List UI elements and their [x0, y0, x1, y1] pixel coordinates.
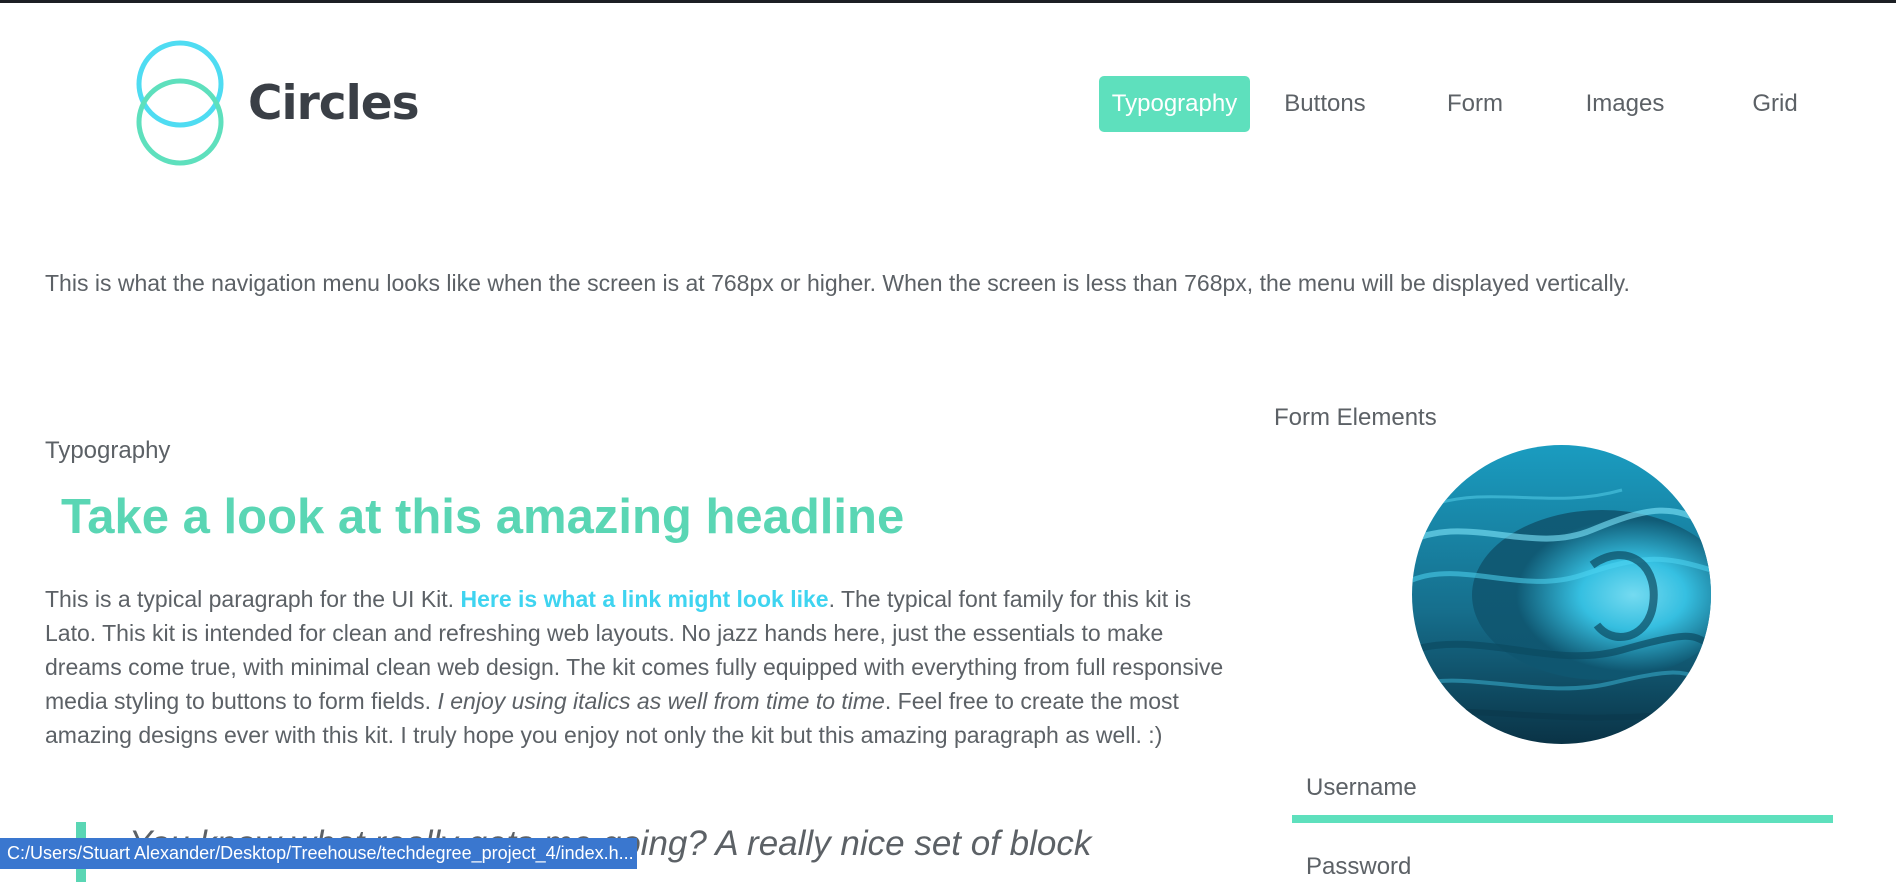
nav-item-typography[interactable]: Typography: [1099, 76, 1250, 132]
main-nav: Typography Buttons Form Images Grid: [1099, 76, 1850, 132]
headline: Take a look at this amazing headline: [61, 490, 905, 544]
ocean-wave-image: [1412, 445, 1711, 744]
sample-link[interactable]: Here is what a link might look like: [460, 586, 828, 612]
nav-item-images[interactable]: Images: [1550, 76, 1700, 132]
paragraph-text-1: This is a typical paragraph for the UI K…: [45, 586, 461, 612]
form-elements-title: Form Elements: [1274, 404, 1437, 431]
browser-status-bar: C:/Users/Stuart Alexander/Desktop/Treeho…: [0, 838, 637, 869]
typography-section-label: Typography: [45, 437, 171, 464]
logo-text: Circles: [248, 75, 420, 131]
body-paragraph: This is a typical paragraph for the UI K…: [45, 582, 1230, 752]
paragraph-italic-text: I enjoy using italics as well from time …: [437, 688, 885, 714]
nav-item-form[interactable]: Form: [1400, 76, 1550, 132]
password-label: Password: [1306, 853, 1412, 880]
username-input[interactable]: [1292, 815, 1833, 823]
nav-description: This is what the navigation menu looks l…: [45, 270, 1630, 296]
logo[interactable]: Circles: [134, 40, 420, 166]
nav-item-grid[interactable]: Grid: [1700, 76, 1850, 132]
username-label: Username: [1306, 774, 1417, 801]
browser-top-strip: [0, 0, 1896, 3]
nav-item-buttons[interactable]: Buttons: [1250, 76, 1400, 132]
circles-logo-icon: [136, 40, 224, 166]
